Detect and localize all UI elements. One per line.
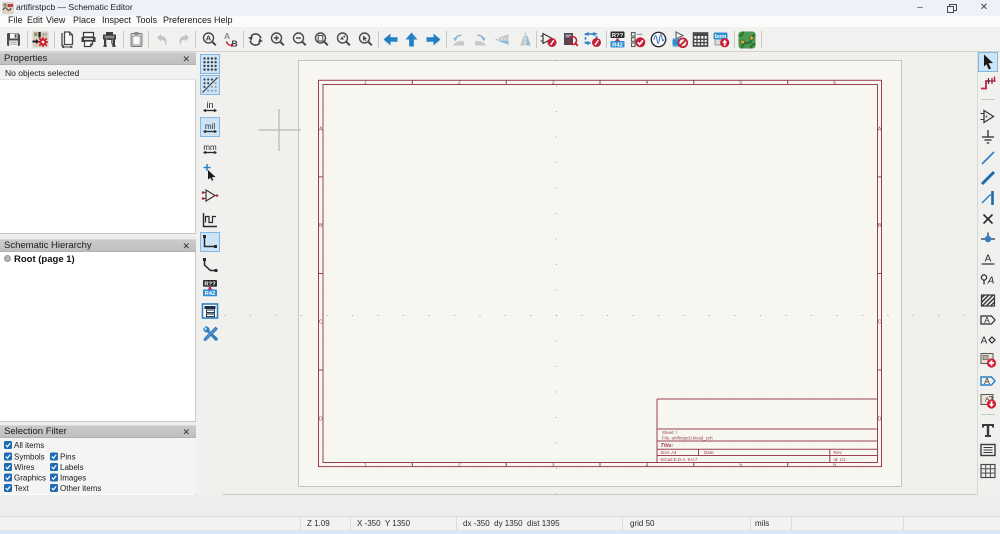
- svg-text:1: 1: [364, 80, 367, 86]
- svg-text:D: D: [878, 416, 882, 422]
- svg-text:A: A: [987, 276, 995, 287]
- svg-text:A: A: [981, 336, 988, 347]
- svg-text:1: 1: [364, 462, 367, 468]
- svg-text:C: C: [878, 320, 882, 326]
- svg-text:B: B: [232, 39, 238, 49]
- svg-text:6: 6: [833, 462, 836, 468]
- svg-text:4: 4: [646, 462, 649, 468]
- svg-text:R42: R42: [205, 291, 216, 297]
- svg-text:A: A: [985, 254, 992, 265]
- svg-text:C: C: [319, 320, 323, 326]
- svg-text:Labels: Labels: [60, 463, 84, 472]
- svg-text:Rev:: Rev:: [834, 450, 843, 455]
- svg-text:All items: All items: [14, 441, 44, 450]
- svg-text:A: A: [224, 31, 230, 41]
- svg-text:3: 3: [552, 462, 555, 468]
- svg-text:Sheet: /: Sheet: /: [662, 430, 678, 435]
- svg-text:3: 3: [552, 80, 555, 86]
- svg-text:D: D: [319, 416, 323, 422]
- svg-text:5: 5: [739, 80, 742, 86]
- svg-text:R??: R??: [612, 33, 624, 39]
- svg-text:Wires: Wires: [14, 463, 34, 472]
- svg-text:Other items: Other items: [60, 484, 101, 493]
- svg-text:2: 2: [458, 462, 461, 468]
- svg-text:mm: mm: [203, 143, 217, 152]
- svg-text:in: in: [206, 100, 213, 110]
- svg-text:4: 4: [646, 80, 649, 86]
- svg-text:Symbols: Symbols: [14, 453, 45, 462]
- svg-text:Graphics: Graphics: [14, 474, 46, 483]
- svg-text:A: A: [984, 315, 990, 325]
- svg-text:mil: mil: [205, 122, 215, 131]
- svg-text:Title:: Title:: [661, 443, 674, 449]
- svg-text:Id: 1/1: Id: 1/1: [834, 457, 847, 462]
- svg-text:2: 2: [458, 80, 461, 86]
- svg-text:Size: A4: Size: A4: [661, 450, 678, 455]
- svg-text:A: A: [984, 376, 990, 386]
- svg-text:KiCad E.D.A. 9.0.7: KiCad E.D.A. 9.0.7: [661, 457, 698, 462]
- svg-text:R??: R??: [204, 282, 216, 288]
- svg-text:Date:: Date:: [704, 450, 715, 455]
- svg-text:Text: Text: [14, 484, 29, 493]
- svg-text:5: 5: [739, 462, 742, 468]
- svg-text:Images: Images: [60, 474, 86, 483]
- svg-text:R42: R42: [612, 42, 623, 48]
- svg-text:Pins: Pins: [60, 453, 76, 462]
- svg-text:File: artifirstpcb.kicad_sch: File: artifirstpcb.kicad_sch: [662, 436, 713, 441]
- svg-text:6: 6: [833, 80, 836, 86]
- svg-text:A: A: [206, 34, 212, 43]
